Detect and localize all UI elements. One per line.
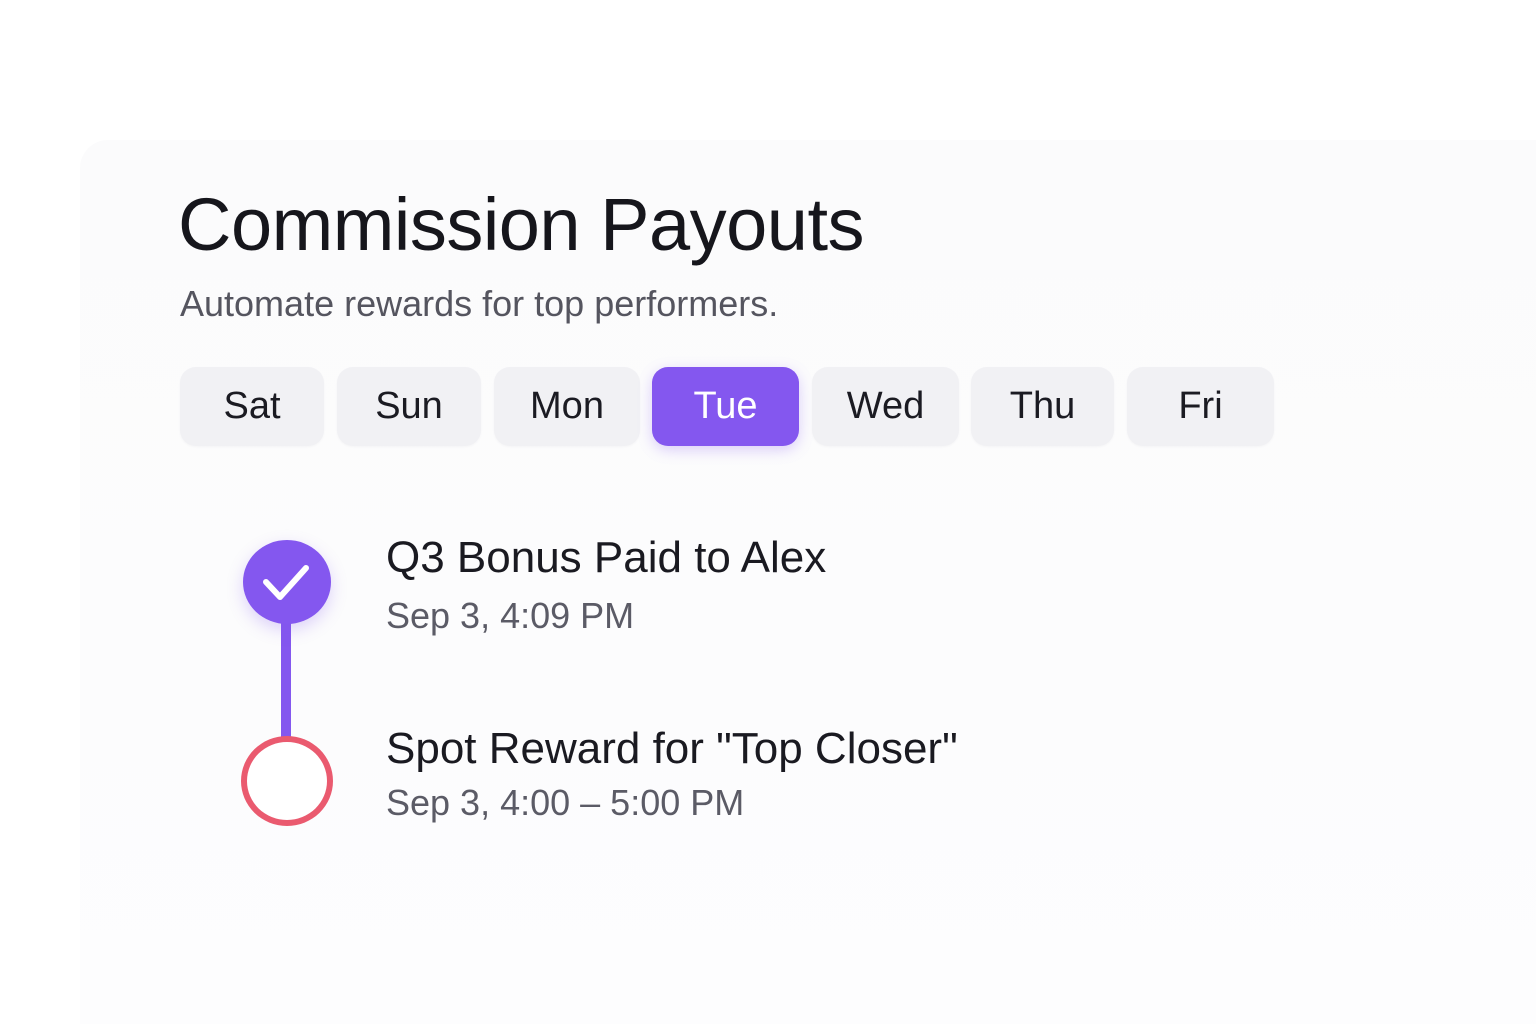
tab-fri[interactable]: Fri — [1127, 367, 1274, 446]
event-title-2: Spot Reward for "Top Closer" — [386, 724, 958, 773]
tab-mon[interactable]: Mon — [494, 367, 640, 446]
event-time-1: Sep 3, 4:09 PM — [386, 595, 635, 636]
tab-thu[interactable]: Thu — [971, 367, 1114, 446]
tab-sun[interactable]: Sun — [337, 367, 481, 446]
event-time-2: Sep 3, 4:00 – 5:00 PM — [386, 782, 745, 823]
tab-sat[interactable]: Sat — [180, 367, 324, 446]
check-icon — [263, 565, 309, 600]
event-title-1: Q3 Bonus Paid to Alex — [386, 533, 827, 582]
page-subtitle: Automate rewards for top performers. — [180, 283, 779, 324]
page: Commission Payouts Automate rewards for … — [0, 0, 1536, 1024]
empty-circle-icon — [241, 736, 333, 826]
completed-status-node — [243, 540, 331, 624]
tab-tue[interactable]: Tue — [652, 367, 799, 446]
tab-wed[interactable]: Wed — [812, 367, 959, 446]
page-title: Commission Payouts — [178, 183, 865, 266]
